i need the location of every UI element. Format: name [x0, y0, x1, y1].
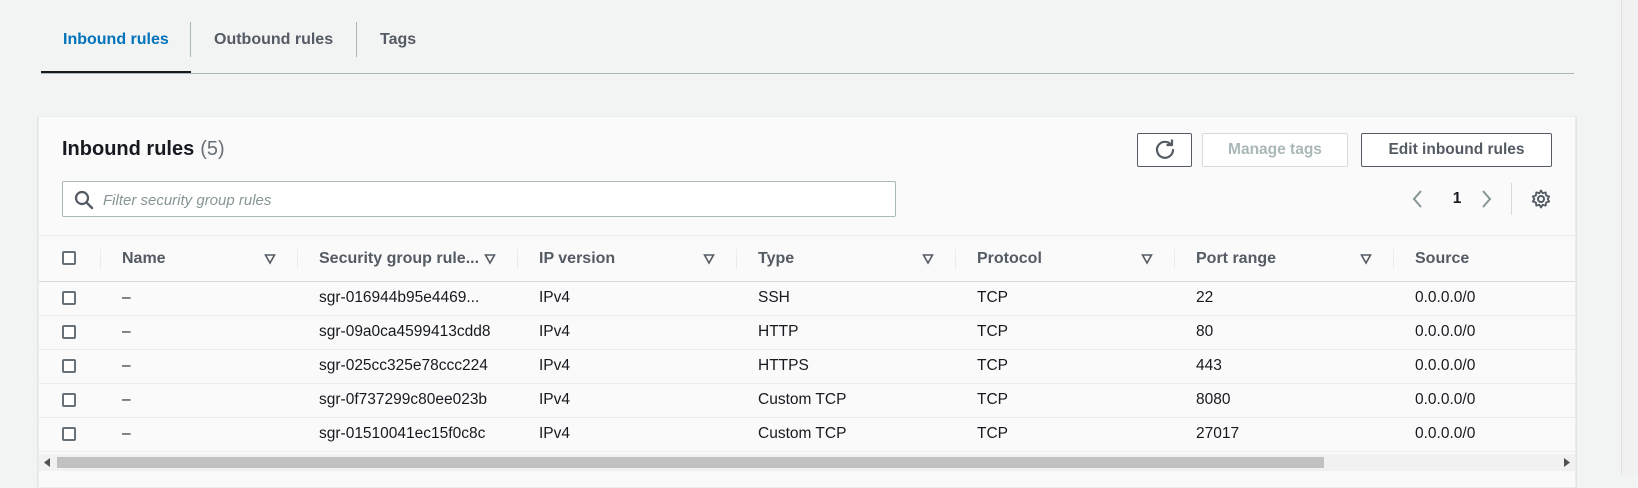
cell-rule-id: sgr-016944b95e4469...: [319, 289, 480, 306]
cell-rule-id: sgr-025cc325e78ccc224: [319, 357, 488, 374]
column-header-rule-id[interactable]: Security group rule...: [319, 236, 479, 281]
chevron-left-icon: [1412, 190, 1422, 208]
column-divider: [1393, 249, 1394, 269]
tab-tags[interactable]: Tags: [358, 0, 438, 72]
cell-type: HTTPS: [758, 357, 809, 374]
cell-ip-version: IPv4: [539, 289, 571, 306]
cell-type: HTTP: [758, 323, 799, 340]
cell-port-range: 80: [1196, 323, 1214, 340]
manage-tags-button[interactable]: Manage tags: [1202, 133, 1348, 167]
cell-port-range: 22: [1196, 289, 1214, 306]
cell-rule-id: sgr-0f737299c80ee023b: [319, 391, 488, 408]
table-row[interactable]: – sgr-09a0ca4599413cdd8 IPv4 HTTP TCP 80…: [39, 315, 1575, 350]
select-all-checkbox[interactable]: [62, 251, 76, 265]
scroll-left-icon[interactable]: [43, 458, 51, 467]
horizontal-scrollbar[interactable]: [39, 454, 1575, 471]
next-page-button[interactable]: [1479, 181, 1497, 217]
cell-ip-version: IPv4: [539, 391, 571, 408]
table-row[interactable]: – sgr-025cc325e78ccc224 IPv4 HTTPS TCP 4…: [39, 349, 1575, 384]
tab-divider: [356, 22, 357, 57]
cell-name: –: [122, 425, 131, 442]
column-header-protocol[interactable]: Protocol: [977, 236, 1042, 281]
cell-name: –: [122, 357, 131, 374]
cell-source: 0.0.0.0/0: [1415, 357, 1476, 374]
column-header-source[interactable]: Source: [1415, 236, 1469, 281]
column-divider: [517, 249, 518, 269]
cell-protocol: TCP: [977, 357, 1008, 374]
cell-protocol: TCP: [977, 323, 1008, 340]
panel-title-text: Inbound rules: [62, 138, 195, 160]
column-divider: [297, 249, 298, 269]
table-row[interactable]: – sgr-0f737299c80ee023b IPv4 Custom TCP …: [39, 383, 1575, 418]
cell-source: 0.0.0.0/0: [1415, 323, 1476, 340]
search-icon: [74, 190, 94, 215]
scroll-right-icon[interactable]: [1563, 458, 1571, 467]
row-checkbox[interactable]: [62, 325, 76, 339]
cell-protocol: TCP: [977, 391, 1008, 408]
table-header: Name Security group rule... IP version T…: [39, 235, 1575, 282]
rule-count: (5): [200, 138, 225, 160]
refresh-icon: [1155, 139, 1174, 159]
tab-bar: Inbound rules Outbound rules Tags: [41, 0, 1574, 74]
search-input[interactable]: [101, 182, 885, 218]
sort-down-icon[interactable]: [1360, 253, 1372, 265]
cell-type: SSH: [758, 289, 790, 306]
row-checkbox[interactable]: [62, 393, 76, 407]
preferences-button[interactable]: [1531, 181, 1555, 217]
cell-port-range: 27017: [1196, 425, 1240, 442]
cell-name: –: [122, 323, 131, 340]
cell-port-range: 443: [1196, 357, 1222, 374]
page-number[interactable]: 1: [1447, 181, 1467, 217]
cell-name: –: [122, 391, 131, 408]
cell-source: 0.0.0.0/0: [1415, 425, 1476, 442]
cell-rule-id: sgr-09a0ca4599413cdd8: [319, 323, 491, 340]
filter-search: [62, 181, 896, 218]
sort-down-icon[interactable]: [1141, 253, 1153, 265]
cell-source: 0.0.0.0/0: [1415, 391, 1476, 408]
table-row[interactable]: – sgr-016944b95e4469... IPv4 SSH TCP 22 …: [39, 281, 1575, 316]
sort-down-icon[interactable]: [703, 253, 715, 265]
gear-icon: [1531, 189, 1551, 209]
previous-page-button[interactable]: [1411, 181, 1429, 217]
cell-rule-id: sgr-01510041ec15f0c8c: [319, 425, 486, 442]
cell-port-range: 8080: [1196, 391, 1231, 408]
column-divider: [1174, 249, 1175, 269]
column-divider: [955, 249, 956, 269]
cell-source: 0.0.0.0/0: [1415, 289, 1476, 306]
edit-inbound-rules-button[interactable]: Edit inbound rules: [1361, 133, 1552, 167]
tab-divider: [190, 22, 191, 57]
cell-ip-version: IPv4: [539, 357, 571, 374]
tab-outbound-rules[interactable]: Outbound rules: [192, 0, 355, 72]
column-divider: [736, 249, 737, 269]
scrollbar-thumb[interactable]: [57, 457, 1324, 468]
row-checkbox[interactable]: [62, 427, 76, 441]
cell-type: Custom TCP: [758, 391, 847, 408]
row-checkbox[interactable]: [62, 359, 76, 373]
cell-protocol: TCP: [977, 289, 1008, 306]
column-header-name[interactable]: Name: [122, 236, 166, 281]
row-checkbox[interactable]: [62, 291, 76, 305]
panel-title: Inbound rules (5): [62, 138, 225, 161]
chevron-right-icon: [1482, 190, 1492, 208]
table-row[interactable]: – sgr-01510041ec15f0c8c IPv4 Custom TCP …: [39, 417, 1575, 452]
column-header-port-range[interactable]: Port range: [1196, 236, 1276, 281]
cell-ip-version: IPv4: [539, 323, 571, 340]
cell-name: –: [122, 289, 131, 306]
refresh-button[interactable]: [1137, 133, 1192, 167]
inbound-rules-panel: Inbound rules (5) Manage tags Edit inboun…: [38, 116, 1576, 488]
tab-inbound-rules[interactable]: Inbound rules: [41, 0, 191, 73]
sort-down-icon[interactable]: [484, 253, 496, 265]
pager-divider: [1511, 183, 1512, 215]
vertical-scrollbar[interactable]: [1621, 0, 1638, 475]
cell-type: Custom TCP: [758, 425, 847, 442]
cell-ip-version: IPv4: [539, 425, 571, 442]
column-divider: [100, 249, 101, 269]
sort-down-icon[interactable]: [264, 253, 276, 265]
column-header-type[interactable]: Type: [758, 236, 794, 281]
sort-down-icon[interactable]: [922, 253, 934, 265]
cell-protocol: TCP: [977, 425, 1008, 442]
column-header-ip-version[interactable]: IP version: [539, 236, 615, 281]
